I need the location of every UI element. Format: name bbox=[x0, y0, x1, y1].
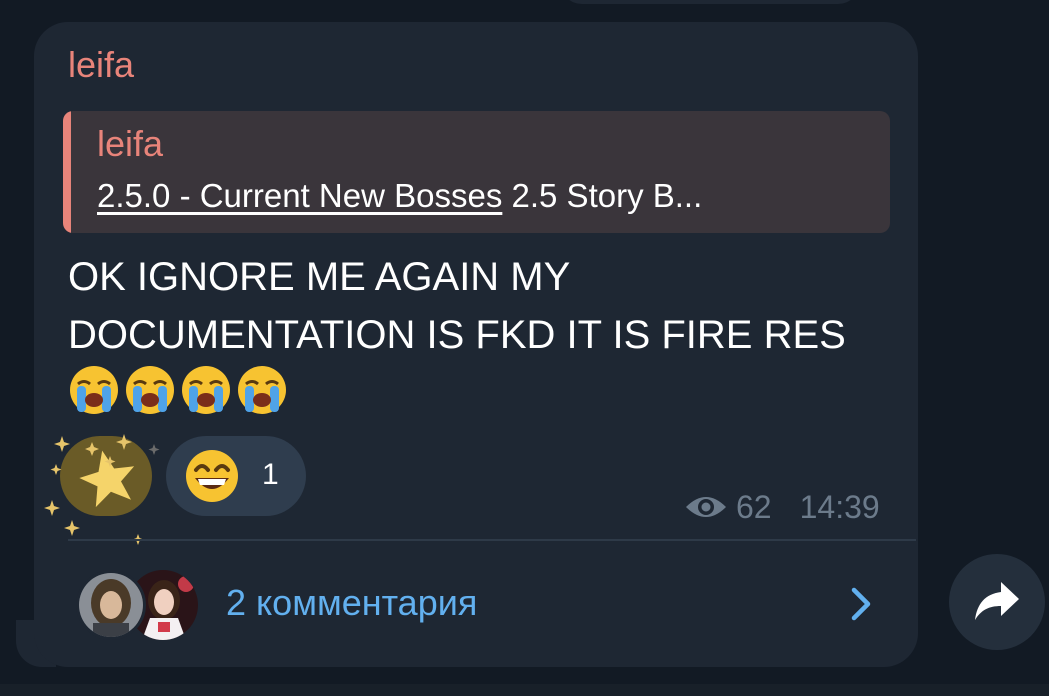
quote-text: 2.5.0 - Current New Bosses 2.5 Story B..… bbox=[97, 177, 877, 215]
avatar-photo-icon bbox=[79, 573, 143, 637]
reply-quote[interactable]: leifa 2.5.0 - Current New Bosses 2.5 Sto… bbox=[63, 111, 890, 233]
loudly-crying-face-icon bbox=[182, 366, 230, 414]
message-bubble[interactable]: leifa leifa 2.5.0 - Current New Bosses 2… bbox=[34, 22, 918, 667]
reaction-count: 1 bbox=[262, 458, 279, 491]
message-body: OK IGNORE ME AGAIN MY DOCUMENTATION IS F… bbox=[68, 255, 846, 357]
avatar bbox=[76, 570, 146, 640]
comments-divider bbox=[68, 539, 916, 541]
loudly-crying-face-icon bbox=[126, 366, 174, 414]
share-button[interactable] bbox=[949, 554, 1045, 650]
share-arrow-icon bbox=[975, 582, 1019, 620]
next-message-edge bbox=[0, 684, 1049, 696]
comments-link[interactable]: 2 комментария bbox=[226, 582, 477, 624]
grinning-face-icon bbox=[186, 450, 238, 502]
message-meta: 62 14:39 bbox=[684, 487, 880, 527]
quote-accent-bar bbox=[63, 111, 71, 233]
crying-emoji-group bbox=[68, 366, 292, 417]
loudly-crying-face-icon bbox=[238, 366, 286, 414]
previous-message-bubble bbox=[560, 0, 860, 4]
message-time: 14:39 bbox=[799, 488, 880, 525]
chevron-right-icon[interactable] bbox=[846, 584, 876, 624]
reaction-grin-button[interactable]: 1 bbox=[166, 436, 306, 516]
loudly-crying-face-icon bbox=[70, 366, 118, 414]
message-text: OK IGNORE ME AGAIN MY DOCUMENTATION IS F… bbox=[68, 248, 868, 424]
views-count: 62 bbox=[736, 488, 772, 525]
eye-icon bbox=[686, 497, 726, 517]
quote-author: leifa bbox=[97, 123, 164, 164]
quote-link[interactable]: 2.5.0 - Current New Bosses bbox=[97, 177, 502, 214]
quote-rest-text: 2.5 Story B... bbox=[502, 177, 703, 214]
sender-name[interactable]: leifa bbox=[68, 44, 134, 86]
